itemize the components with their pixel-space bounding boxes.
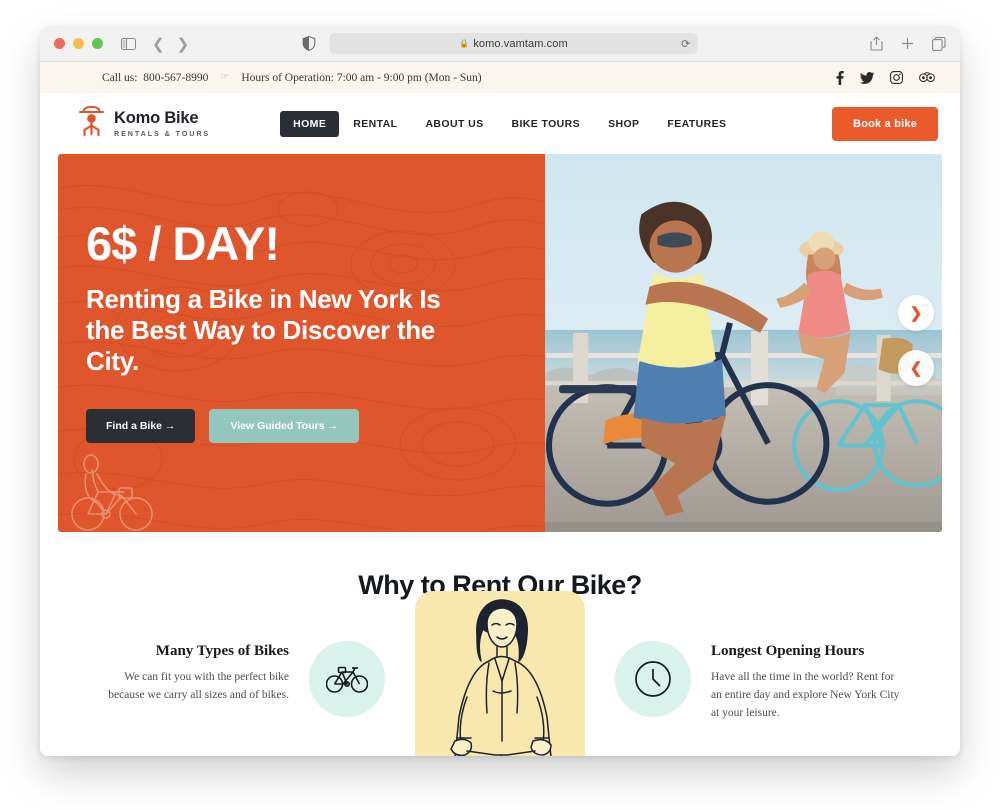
url-bar[interactable]: 🔒 komo.vamtam.com ⟳ [329,33,698,54]
minimize-window-button[interactable] [73,38,84,49]
hero-price-headline: 6$ / DAY! [86,217,280,270]
feature-many-types-of-bikes: Many Types of Bikes We can fit you with … [95,641,385,717]
site-header: Komo Bike RENTALS & TOURS HOME RENTAL AB… [40,93,960,154]
topbar-contact-info: Call us: 800-567-8990 ☞ Hours of Operati… [102,72,482,84]
pointing-hand-icon: ☞ [220,72,230,83]
woman-on-bike-illustration [415,591,585,756]
site-logo[interactable]: Komo Bike RENTALS & TOURS [78,105,210,141]
hero-subheadline: Renting a Bike in New York Is the Best W… [86,284,441,376]
carousel-next-button[interactable]: ❯ [898,295,934,331]
feature-title: Longest Opening Hours [711,643,865,659]
feature-description: We can fit you with the perfect bike bec… [108,671,289,701]
call-us-label: Call us: 800-567-8990 [102,71,209,84]
browser-toolbar: ❮ ❯ 🔒 komo.vamtam.com ⟳ [40,26,960,62]
find-a-bike-button[interactable]: Find a Bike → [86,408,196,443]
close-window-button[interactable] [54,38,65,49]
line-art-cyclist-icon [71,454,153,531]
sidebar-toggle-icon[interactable] [121,37,136,50]
address-area: 🔒 komo.vamtam.com ⟳ [302,33,698,54]
hero-cta-group: Find a Bike → View Guided Tours → [86,408,545,443]
browser-window: ❮ ❯ 🔒 komo.vamtam.com ⟳ Call us: 800-567… [40,26,960,756]
feature-text: Many Types of Bikes We can fit you with … [95,641,289,705]
feature-title: Many Types of Bikes [155,643,289,659]
back-button[interactable]: ❮ [152,35,165,53]
nav-item-bike-tours[interactable]: BIKE TOURS [497,118,594,130]
plus-icon[interactable] [901,37,914,50]
feature-longest-opening-hours: Longest Opening Hours Have all the time … [615,641,905,722]
forward-button[interactable]: ❯ [177,35,190,53]
carousel-prev-button[interactable]: ❮ [898,350,934,386]
lock-icon: 🔒 [459,39,470,48]
nav-item-rental[interactable]: RENTAL [339,118,411,130]
share-icon[interactable] [870,36,883,51]
hero-banner: 6$ / DAY! Renting a Bike in New York Is … [58,154,942,532]
instagram-icon[interactable] [890,71,903,84]
nav-item-features[interactable]: FEATURES [653,118,740,130]
window-controls[interactable] [54,38,103,49]
logo-subtitle: RENTALS & TOURS [114,128,211,138]
bicycle-icon [309,641,385,717]
social-links [836,70,935,85]
url-text: komo.vamtam.com [473,37,568,50]
tab-overview-icon[interactable] [932,36,946,51]
hours-of-operation: Hours of Operation: 7:00 am - 9:00 pm (M… [241,71,482,84]
why-rent-section: Why to Rent Our Bike? Many Types of Bike… [40,532,960,756]
hero-content: 6$ / DAY! Renting a Bike in New York Is … [86,220,545,443]
view-guided-tours-button[interactable]: View Guided Tours → [209,408,359,443]
feature-description: Have all the time in the world? Rent for… [711,671,900,719]
phone-number[interactable]: 800-567-8990 [143,72,208,84]
maximize-window-button[interactable] [92,38,103,49]
toolbar-right-actions [870,36,946,51]
nav-item-shop[interactable]: SHOP [594,118,653,130]
tripadvisor-icon[interactable] [919,72,935,83]
nav-item-home[interactable]: HOME [280,110,340,137]
logo-title: Komo Bike [114,109,199,128]
hero-left-panel: 6$ / DAY! Renting a Bike in New York Is … [58,154,545,532]
two-women-riding-bikes-photo [545,154,942,532]
book-a-bike-button[interactable]: Book a bike [832,106,938,141]
hero-photo-panel: ❯ ❮ [545,154,942,532]
web-page: Call us: 800-567-8990 ☞ Hours of Operati… [40,62,960,756]
logo-text: Komo Bike RENTALS & TOURS [114,110,210,137]
twitter-icon[interactable] [860,71,874,84]
privacy-shield-icon[interactable] [302,36,316,51]
main-navigation: HOME RENTAL ABOUT US BIKE TOURS SHOP FEA… [280,110,740,137]
reload-button[interactable]: ⟳ [681,37,690,50]
clock-icon [615,641,691,717]
nav-item-about-us[interactable]: ABOUT US [411,118,497,130]
features-row: Many Types of Bikes We can fit you with … [40,591,960,756]
komo-bike-logo-icon [78,105,105,141]
feature-text: Longest Opening Hours Have all the time … [711,641,905,722]
facebook-icon[interactable] [836,70,844,85]
site-topbar: Call us: 800-567-8990 ☞ Hours of Operati… [40,62,960,93]
